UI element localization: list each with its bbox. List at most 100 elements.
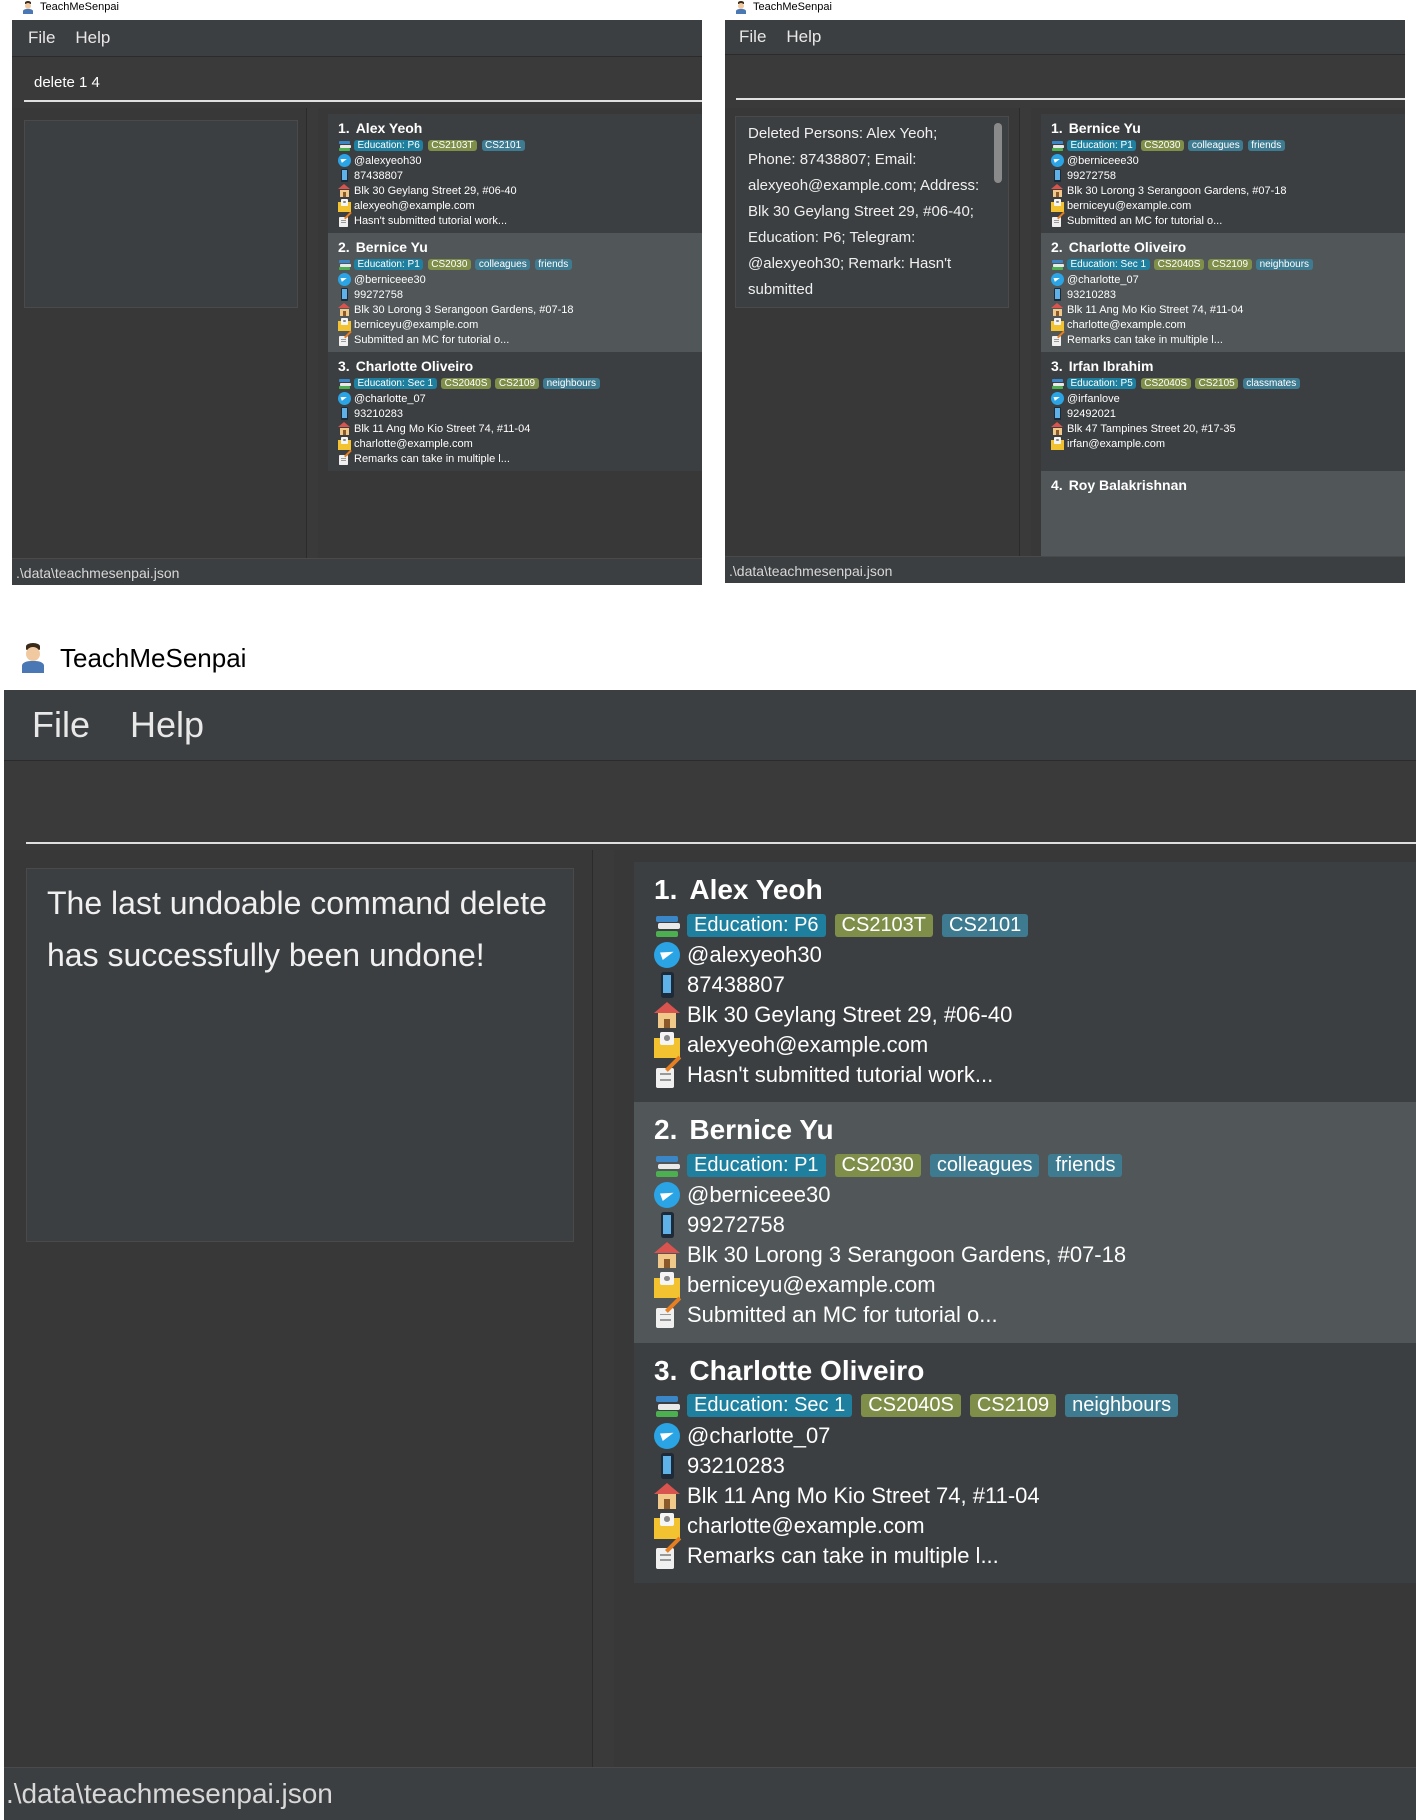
person-index: 3. [338,358,350,374]
menu-bar: File Help [725,20,1405,55]
phone-row: 92492021 [1051,406,1116,421]
telegram-icon [1051,154,1064,167]
address-row: Blk 30 Lorong 3 Serangoon Gardens, #07-1… [654,1240,1126,1270]
person-index: 1. [1051,120,1063,136]
person-card[interactable]: 1. Alex Yeoh Education: P6 CS2103T CS2101 @al… [328,114,702,233]
person-address: Blk 47 Tampines Street 20, #17-35 [1067,422,1236,435]
education-row: Education: Sec 1 CS2040S CS2109 neighbours [1051,257,1317,272]
person-name-text: Charlotte Oliveiro [355,358,474,374]
education-row: Education: P5 CS2040S CS2105 classmates [1051,376,1304,391]
person-index: 1. [654,874,678,905]
remark-row: Remarks can take in multiple l... [654,1537,999,1571]
envelope-icon [1051,318,1064,331]
address-row: Blk 11 Ang Mo Kio Street 74, #11-04 [654,1481,1040,1511]
group-tag: neighbours [1256,259,1313,270]
command-box[interactable] [736,64,1405,100]
menu-file[interactable]: File [32,704,90,746]
books-stack-icon [338,377,351,390]
person-list[interactable]: 1. Bernice Yu Education: P1 CS2030 colleague… [1031,108,1405,556]
house-icon [654,1002,680,1028]
person-card[interactable]: 1. Bernice Yu Education: P1 CS2030 colleague… [1041,114,1405,233]
phone-row: 87438807 [338,168,403,183]
person-telegram: @berniceee30 [354,273,426,286]
education-tag: Education: P1 [1067,140,1137,151]
books-stack-icon [1051,258,1064,271]
status-bar: .\data\teachmesenpai.json [4,1767,1416,1820]
person-name: 2. Charlotte Oliveiro [1051,239,1186,255]
person-list[interactable]: 1. Alex Yeoh Education: P6 CS2103T CS2101 @al… [318,108,702,558]
person-remark: Hasn't submitted tutorial work... [354,214,508,227]
phone-row: 99272758 [1051,168,1116,183]
envelope-icon [654,1512,680,1539]
group-tag: colleagues [929,1153,1040,1177]
screenshot-undo-result: TeachMeSenpai File Help The last undoabl… [4,630,1416,1820]
app-logo-icon [22,0,34,14]
person-name: 1. Alex Yeoh [654,874,823,906]
person-card[interactable]: 1. Alex Yeoh Education: P6 CS2103T CS2101 @al… [634,862,1416,1103]
person-card[interactable]: 2. Charlotte Oliveiro Education: Sec 1 CS20… [1041,233,1405,352]
phone-row: 93210283 [654,1451,785,1481]
menu-help[interactable]: Help [130,704,204,746]
command-box[interactable] [26,772,1416,844]
telegram-icon [654,1422,680,1449]
result-scrollbar[interactable] [994,123,1002,183]
person-email: charlotte@example.com [354,437,473,450]
telegram-row: @berniceee30 [1051,153,1139,168]
group-tag: CS2101 [942,913,1029,937]
person-telegram: @charlotte_07 [1067,273,1139,286]
house-icon [338,303,351,316]
email-row: alexyeoh@example.com [654,1030,928,1060]
menu-file[interactable]: File [28,28,55,48]
command-box[interactable]: delete 1 4 [24,64,702,102]
person-card[interactable]: 2. Bernice Yu Education: P1 CS2030 colleague… [328,233,702,352]
menu-help[interactable]: Help [786,27,821,47]
person-phone: 87438807 [687,972,785,997]
remark-row: Hasn't submitted tutorial work... [338,211,508,228]
person-card[interactable]: 2. Bernice Yu Education: P1 CS2030 colleague… [634,1102,1416,1343]
telegram-icon [338,273,351,286]
module-tag: CS2040S [1140,378,1191,389]
phone-icon [1051,288,1064,301]
group-tag: colleagues [475,259,531,270]
menu-help[interactable]: Help [75,28,110,48]
window-title: TeachMeSenpai [753,1,832,13]
person-email: alexyeoh@example.com [354,199,475,212]
phone-icon [654,1452,680,1479]
person-card[interactable]: 3. Irfan Ibrahim Education: P5 CS2040S CS210… [1041,352,1405,471]
status-bar: .\data\teachmesenpai.json [12,558,702,585]
person-remark: Remarks can take in multiple l... [1067,333,1223,346]
person-telegram: @charlotte_07 [354,392,426,405]
menu-file[interactable]: File [739,27,766,47]
group-tag: friends [1247,140,1285,151]
address-row: Blk 30 Lorong 3 Serangoon Gardens, #07-1… [1051,183,1287,198]
education-tag: Education: P5 [1067,378,1137,389]
person-telegram: @alexyeoh30 [687,942,822,967]
window-title-bar: TeachMeSenpai [12,0,119,14]
status-file-path: .\data\teachmesenpai.json [729,563,893,579]
main-window: File Help The last undoable command dele… [4,690,1416,1820]
remark-row: Hasn't submitted tutorial work... [654,1056,993,1090]
person-name-text: Roy Balakrishnan [1068,477,1187,493]
education-row: Education: P1 CS2030 colleagues friends [654,1150,1131,1180]
status-file-path: .\data\teachmesenpai.json [6,1778,333,1809]
module-tag: CS2109 [969,1394,1057,1418]
person-name: 2. Bernice Yu [654,1114,834,1146]
window-title-bar: TeachMeSenpai [725,0,832,14]
command-input[interactable]: delete 1 4 [34,74,100,91]
address-row: Blk 47 Tampines Street 20, #17-35 [1051,421,1236,436]
module-tag: CS2109 [1208,259,1252,270]
phone-icon [338,288,351,301]
person-telegram: @berniceee30 [1067,154,1139,167]
person-card[interactable]: 3. Charlotte Oliveiro Education: Sec 1 CS20… [328,352,702,471]
envelope-icon [338,318,351,331]
person-list[interactable]: 1. Alex Yeoh Education: P6 CS2103T CS2101 @al… [614,850,1416,1767]
house-icon [654,1242,680,1269]
telegram-row: @charlotte_07 [1051,272,1139,287]
person-phone: 93210283 [354,407,403,420]
email-row: alexyeoh@example.com [338,198,475,213]
module-tag: CS2103T [834,913,934,937]
result-display: Deleted Persons: Alex Yeoh; Phone: 87438… [735,116,1009,308]
person-card[interactable]: 3. Charlotte Oliveiro Education: Sec 1 CS20… [634,1342,1416,1584]
person-phone: 93210283 [687,1452,785,1478]
person-card[interactable]: 4. Roy Balakrishnan [1041,471,1405,556]
